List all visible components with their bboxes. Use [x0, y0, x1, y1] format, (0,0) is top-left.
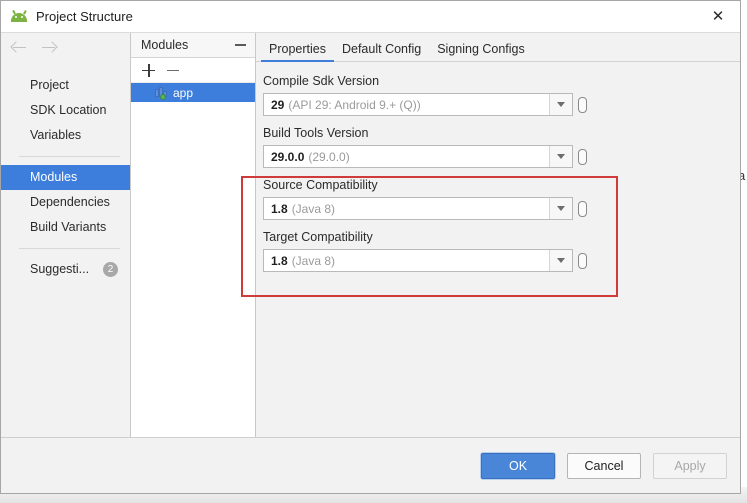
field-label: Target Compatibility: [263, 230, 373, 244]
variable-button-icon[interactable]: [578, 252, 587, 269]
variable-button-icon[interactable]: [578, 148, 587, 165]
modules-panel-title: Modules: [141, 38, 189, 52]
dialog-body: Project SDK Location Variables Modules D…: [1, 33, 740, 438]
sidebar-item-variables[interactable]: Variables: [1, 123, 130, 148]
combo-hint: (Java 8): [291, 201, 336, 216]
modules-toolbar: [131, 58, 255, 83]
field-source-compatibility: Source Compatibility 1.8 (Java 8): [256, 178, 740, 220]
apply-button: Apply: [653, 452, 727, 479]
android-icon: [10, 9, 28, 24]
combo-hint: (API 29: Android 9.+ (Q)): [288, 97, 421, 112]
sidebar-item-dependencies[interactable]: Dependencies: [1, 190, 130, 215]
module-item-label: app: [173, 85, 194, 100]
sidebar-item-suggestions[interactable]: Suggesti... 2: [1, 257, 130, 282]
window-title: Project Structure: [36, 9, 133, 24]
module-list-item-app[interactable]: app: [131, 83, 255, 102]
sidebar-item-sdk-location[interactable]: SDK Location: [1, 98, 130, 123]
navigation-arrows: [1, 33, 130, 61]
chevron-down-icon[interactable]: [549, 250, 572, 271]
source-compatibility-combobox[interactable]: 1.8 (Java 8): [263, 197, 573, 220]
properties-form: Compile Sdk Version 29 (API 29: Android 9…: [256, 62, 740, 437]
properties-pane: Properties Default Config Signing Config…: [256, 33, 740, 437]
arrow-left-icon[interactable]: [10, 41, 28, 54]
ok-button[interactable]: OK: [481, 452, 555, 479]
nav-separator: [19, 248, 120, 249]
combo-hint: (Java 8): [291, 253, 336, 268]
plus-icon[interactable]: [142, 63, 155, 77]
project-structure-dialog: Project Structure ✕ Project SDK Location…: [0, 0, 741, 494]
modules-panel-header: Modules: [131, 33, 255, 58]
modules-panel: Modules app: [131, 33, 256, 437]
combo-value: 1.8: [271, 201, 288, 216]
dialog-footer: OK Cancel Apply: [1, 438, 740, 493]
tab-signing-configs[interactable]: Signing Configs: [429, 42, 533, 61]
suggestions-count-badge: 2: [103, 262, 118, 277]
field-target-compatibility: Target Compatibility 1.8 (Java 8): [256, 230, 740, 272]
left-navigation-pane: Project SDK Location Variables Modules D…: [1, 33, 131, 437]
minimize-icon[interactable]: [235, 39, 247, 51]
tab-default-config[interactable]: Default Config: [334, 42, 429, 61]
module-icon: [155, 86, 168, 100]
combo-value: 1.8: [271, 253, 288, 268]
combo-value: 29.0.0: [271, 149, 305, 164]
nav-separator: [19, 156, 120, 157]
arrow-right-icon[interactable]: [40, 41, 58, 54]
nav-list: Project SDK Location Variables Modules D…: [1, 73, 130, 282]
sidebar-item-project[interactable]: Project: [1, 73, 130, 98]
combo-hint: (29.0.0): [308, 149, 350, 164]
field-label: Compile Sdk Version: [263, 74, 380, 88]
chevron-down-icon[interactable]: [549, 146, 572, 167]
field-build-tools-version: Build Tools Version 29.0.0 (29.0.0): [256, 126, 740, 168]
chevron-down-icon[interactable]: [549, 94, 572, 115]
title-bar: Project Structure ✕: [1, 1, 740, 33]
sidebar-item-build-variants[interactable]: Build Variants: [1, 215, 130, 240]
field-label: Source Compatibility: [263, 178, 378, 192]
sidebar-item-modules[interactable]: Modules: [1, 165, 130, 190]
field-label: Build Tools Version: [263, 126, 369, 140]
variable-button-icon[interactable]: [578, 200, 587, 217]
combo-value: 29: [271, 97, 285, 112]
target-compatibility-combobox[interactable]: 1.8 (Java 8): [263, 249, 573, 272]
tab-properties[interactable]: Properties: [261, 42, 334, 62]
close-icon[interactable]: ✕: [696, 1, 740, 31]
sidebar-item-label: Suggesti...: [30, 262, 90, 276]
build-tools-version-combobox[interactable]: 29.0.0 (29.0.0): [263, 145, 573, 168]
compile-sdk-version-combobox[interactable]: 29 (API 29: Android 9.+ (Q)): [263, 93, 573, 116]
cancel-button[interactable]: Cancel: [567, 452, 641, 479]
minus-icon[interactable]: [167, 64, 180, 77]
field-compile-sdk-version: Compile Sdk Version 29 (API 29: Android 9…: [256, 74, 740, 116]
chevron-down-icon[interactable]: [549, 198, 572, 219]
variable-button-icon[interactable]: [578, 96, 587, 113]
tab-bar: Properties Default Config Signing Config…: [256, 33, 740, 62]
